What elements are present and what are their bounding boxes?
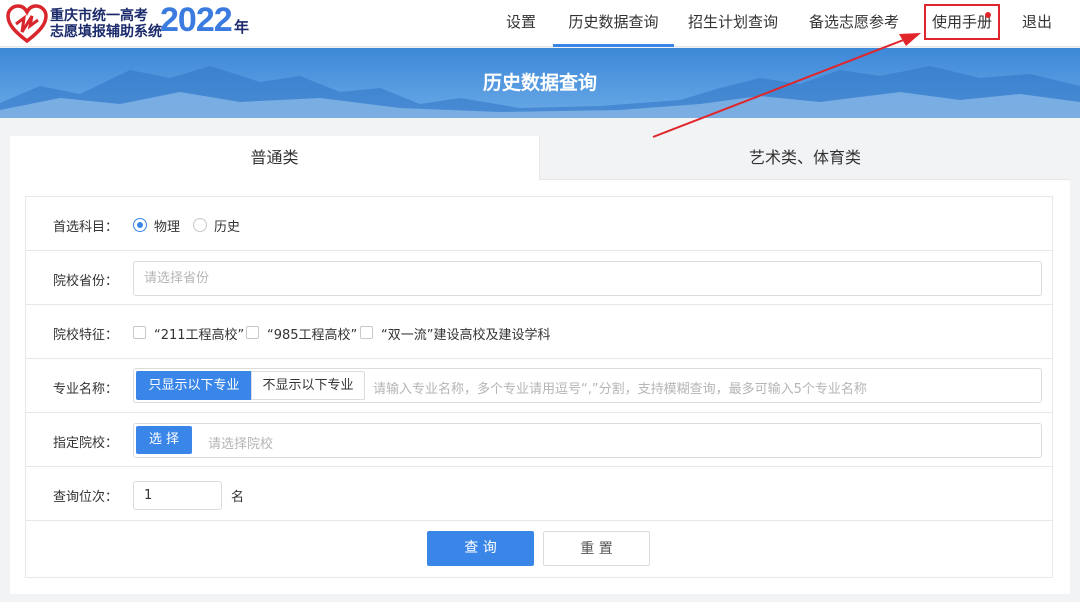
checkbox-double-first-class[interactable] bbox=[360, 326, 373, 339]
radio-physics[interactable] bbox=[133, 218, 147, 232]
nav-enrollment-plan[interactable]: 招生计划查询 bbox=[684, 0, 782, 47]
logo: 重庆市统一高考 志愿填报辅助系统 bbox=[6, 4, 162, 44]
reset-button[interactable]: 重 置 bbox=[543, 531, 650, 566]
nav-alternative-reference[interactable]: 备选志愿参考 bbox=[806, 0, 902, 47]
logo-line-2: 志愿填报辅助系统 bbox=[50, 24, 162, 40]
query-panel: 普通类 艺术类、体育类 首选科目： 物理 历史 院校省份： 院校特征： “211… bbox=[10, 136, 1070, 594]
query-form: 首选科目： 物理 历史 院校省份： 院校特征： “211工程高校” “985工程… bbox=[25, 196, 1053, 578]
features-label: 院校特征： bbox=[52, 328, 118, 343]
nav-settings[interactable]: 设置 bbox=[500, 0, 542, 47]
checkbox-985[interactable] bbox=[246, 326, 259, 339]
show-only-major-button[interactable]: 只显示以下专业 bbox=[136, 371, 252, 400]
nav-logout[interactable]: 退出 bbox=[1016, 0, 1058, 47]
row-subject: 首选科目： 物理 历史 bbox=[26, 197, 1052, 251]
major-label: 专业名称： bbox=[52, 382, 118, 397]
logo-line-1: 重庆市统一高考 bbox=[50, 8, 148, 24]
row-rank: 查询位次： 名 bbox=[26, 467, 1052, 521]
logo-year: 2022 bbox=[160, 1, 233, 39]
subject-label: 首选科目： bbox=[52, 220, 118, 235]
query-button[interactable]: 查 询 bbox=[427, 531, 534, 566]
province-label: 院校省份： bbox=[52, 274, 118, 289]
radio-history-label[interactable]: 历史 bbox=[214, 216, 240, 235]
checkbox-double-first-class-label[interactable]: “双一流”建设高校及建设学科 bbox=[381, 324, 550, 343]
rank-label: 查询位次： bbox=[52, 490, 118, 505]
notification-dot bbox=[985, 12, 991, 18]
rank-input[interactable] bbox=[133, 481, 222, 510]
school-label: 指定院校： bbox=[52, 436, 118, 451]
radio-history[interactable] bbox=[193, 218, 207, 232]
heart-logo-icon bbox=[6, 4, 48, 44]
page-title: 历史数据查询 bbox=[482, 72, 597, 94]
row-features: 院校特征： “211工程高校” “985工程高校” “双一流”建设高校及建设学科 bbox=[26, 305, 1052, 359]
major-input-placeholder[interactable]: 请输入专业名称，多个专业请用逗号“,”分割，支持模糊查询，最多可输入5个专业名称 bbox=[373, 378, 867, 397]
logo-year-suffix: 年 bbox=[234, 18, 250, 36]
select-school-button[interactable]: 选 择 bbox=[136, 426, 192, 454]
row-province: 院校省份： bbox=[26, 251, 1052, 305]
manual-highlight-box bbox=[924, 4, 1000, 40]
nav-history-query[interactable]: 历史数据查询 bbox=[553, 0, 674, 47]
checkbox-211[interactable] bbox=[133, 326, 146, 339]
hide-major-button[interactable]: 不显示以下专业 bbox=[251, 371, 365, 400]
row-major: 专业名称： 只显示以下专业 不显示以下专业 请输入专业名称，多个专业请用逗号“,… bbox=[26, 359, 1052, 413]
school-input-placeholder[interactable]: 请选择院校 bbox=[208, 433, 273, 452]
province-select[interactable] bbox=[133, 261, 1042, 296]
checkbox-211-label[interactable]: “211工程高校” bbox=[154, 324, 244, 343]
top-navbar: 重庆市统一高考 志愿填报辅助系统 2022 年 设置 历史数据查询 招生计划查询… bbox=[0, 0, 1080, 47]
tab-art-sports[interactable]: 艺术类、体育类 bbox=[539, 136, 1070, 180]
checkbox-985-label[interactable]: “985工程高校” bbox=[267, 324, 357, 343]
page-banner: 历史数据查询 bbox=[0, 48, 1080, 118]
radio-physics-label[interactable]: 物理 bbox=[154, 216, 180, 235]
tab-normal[interactable]: 普通类 bbox=[10, 136, 539, 180]
row-school: 指定院校： 选 择 请选择院校 bbox=[26, 413, 1052, 467]
rank-unit: 名 bbox=[231, 490, 245, 505]
